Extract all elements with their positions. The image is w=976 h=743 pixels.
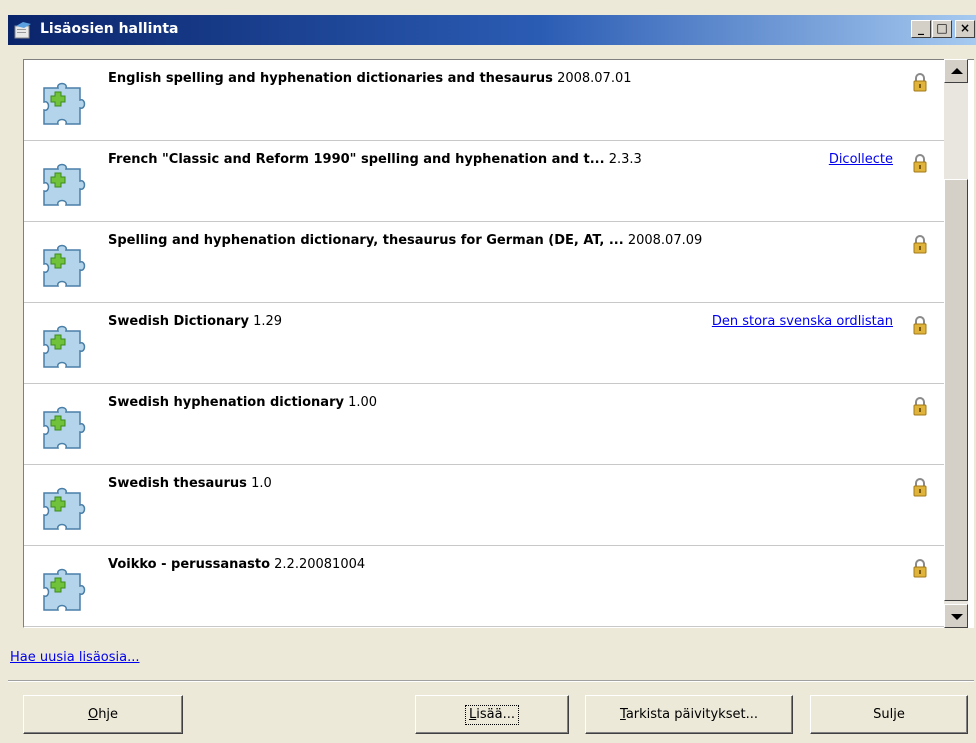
extension-version: 2008.07.09 — [627, 233, 703, 248]
check-updates-button[interactable]: Tarkista päivitykset... — [585, 695, 793, 734]
lock-icon — [912, 234, 928, 254]
add-button[interactable]: Lisää... — [415, 695, 569, 734]
extension-title-line: Swedish thesaurus 1.0 — [108, 476, 908, 491]
help-mnemonic: O — [87, 707, 99, 722]
extension-item[interactable]: Voikko - perussanasto 2.2.20081004 — [24, 546, 946, 627]
extension-name: Spelling and hyphenation dictionary, the… — [108, 233, 624, 248]
puzzle-piece-icon — [40, 483, 96, 535]
extension-name: English spelling and hyphenation diction… — [108, 71, 553, 86]
close-icon: × — [959, 21, 971, 35]
app-icon — [14, 22, 31, 39]
extension-item[interactable]: Swedish Dictionary 1.29 Den stora svenska… — [24, 303, 946, 384]
lock-icon — [912, 558, 928, 578]
extension-version: 2.3.3 — [608, 152, 642, 167]
extension-version: 1.00 — [348, 395, 378, 410]
extension-version: 1.29 — [253, 314, 283, 329]
extension-item[interactable]: Spelling and hyphenation dictionary, the… — [24, 222, 946, 303]
lock-icon — [912, 72, 928, 92]
help-button[interactable]: Ohje — [23, 695, 183, 734]
extension-publisher-link[interactable]: Dicollecte — [829, 152, 893, 167]
puzzle-piece-icon — [40, 159, 96, 211]
extension-item[interactable]: English spelling and hyphenation diction… — [24, 60, 946, 141]
help-label-rest: hje — [98, 707, 119, 722]
vertical-scrollbar[interactable] — [944, 59, 968, 628]
extension-list[interactable]: English spelling and hyphenation diction… — [23, 59, 974, 628]
minimize-icon: _ — [918, 21, 924, 35]
extension-title-line: Voikko - perussanasto 2.2.20081004 — [108, 557, 908, 572]
maximize-button[interactable]: □ — [932, 20, 952, 38]
focus-rect: Lisää... — [465, 705, 519, 725]
extension-title-line: French "Classic and Reform 1990" spellin… — [108, 152, 908, 167]
extension-name: Swedish hyphenation dictionary — [108, 395, 344, 410]
get-more-extensions-link[interactable]: Hae uusia lisäosia... — [10, 650, 140, 665]
lock-icon — [912, 396, 928, 416]
puzzle-piece-icon — [40, 564, 96, 616]
maximize-icon: □ — [936, 21, 948, 35]
puzzle-piece-icon — [40, 78, 96, 130]
puzzle-piece-icon — [40, 402, 96, 454]
scroll-thumb[interactable] — [944, 179, 968, 601]
separator — [8, 680, 974, 682]
extension-title-line: Swedish hyphenation dictionary 1.00 — [108, 395, 908, 410]
extension-version: 1.0 — [251, 476, 272, 491]
extension-title-line: Spelling and hyphenation dictionary, the… — [108, 233, 908, 248]
title-bar[interactable]: Lisäosien hallinta _ □ × — [8, 15, 976, 45]
window-title: Lisäosien hallinta — [40, 21, 179, 37]
close-window-button[interactable]: × — [955, 20, 975, 38]
extension-publisher-link[interactable]: Den stora svenska ordlistan — [712, 314, 893, 329]
check-updates-label-rest: arkista päivitykset... — [625, 707, 758, 722]
lock-icon — [912, 477, 928, 497]
extension-item[interactable]: Swedish thesaurus 1.0 — [24, 465, 946, 546]
puzzle-piece-icon — [40, 240, 96, 292]
minimize-button[interactable]: _ — [911, 20, 931, 38]
arrow-up-icon — [951, 68, 963, 74]
extension-version: 2.2.20081004 — [274, 557, 366, 572]
arrow-down-icon — [951, 614, 963, 620]
close-button-label: Sulje — [873, 707, 905, 722]
extension-name: Swedish Dictionary — [108, 314, 249, 329]
extension-title-line: English spelling and hyphenation diction… — [108, 71, 908, 86]
close-button[interactable]: Sulje — [810, 695, 968, 734]
extension-name: Voikko - perussanasto — [108, 557, 271, 572]
extension-version: 2008.07.01 — [557, 71, 632, 86]
extension-manager-window: Lisäosien hallinta _ □ × English spellin… — [0, 0, 976, 743]
lock-icon — [912, 153, 928, 173]
extension-name: Swedish thesaurus — [108, 476, 247, 491]
extension-item[interactable]: Swedish hyphenation dictionary 1.00 — [24, 384, 946, 465]
scroll-up-button[interactable] — [944, 59, 968, 83]
add-label-rest: isää... — [476, 707, 515, 722]
scroll-down-button[interactable] — [944, 604, 968, 628]
puzzle-piece-icon — [40, 321, 96, 373]
lock-icon — [912, 315, 928, 335]
extension-item[interactable]: French "Classic and Reform 1990" spellin… — [24, 141, 946, 222]
extension-name: French "Classic and Reform 1990" spellin… — [108, 152, 605, 167]
